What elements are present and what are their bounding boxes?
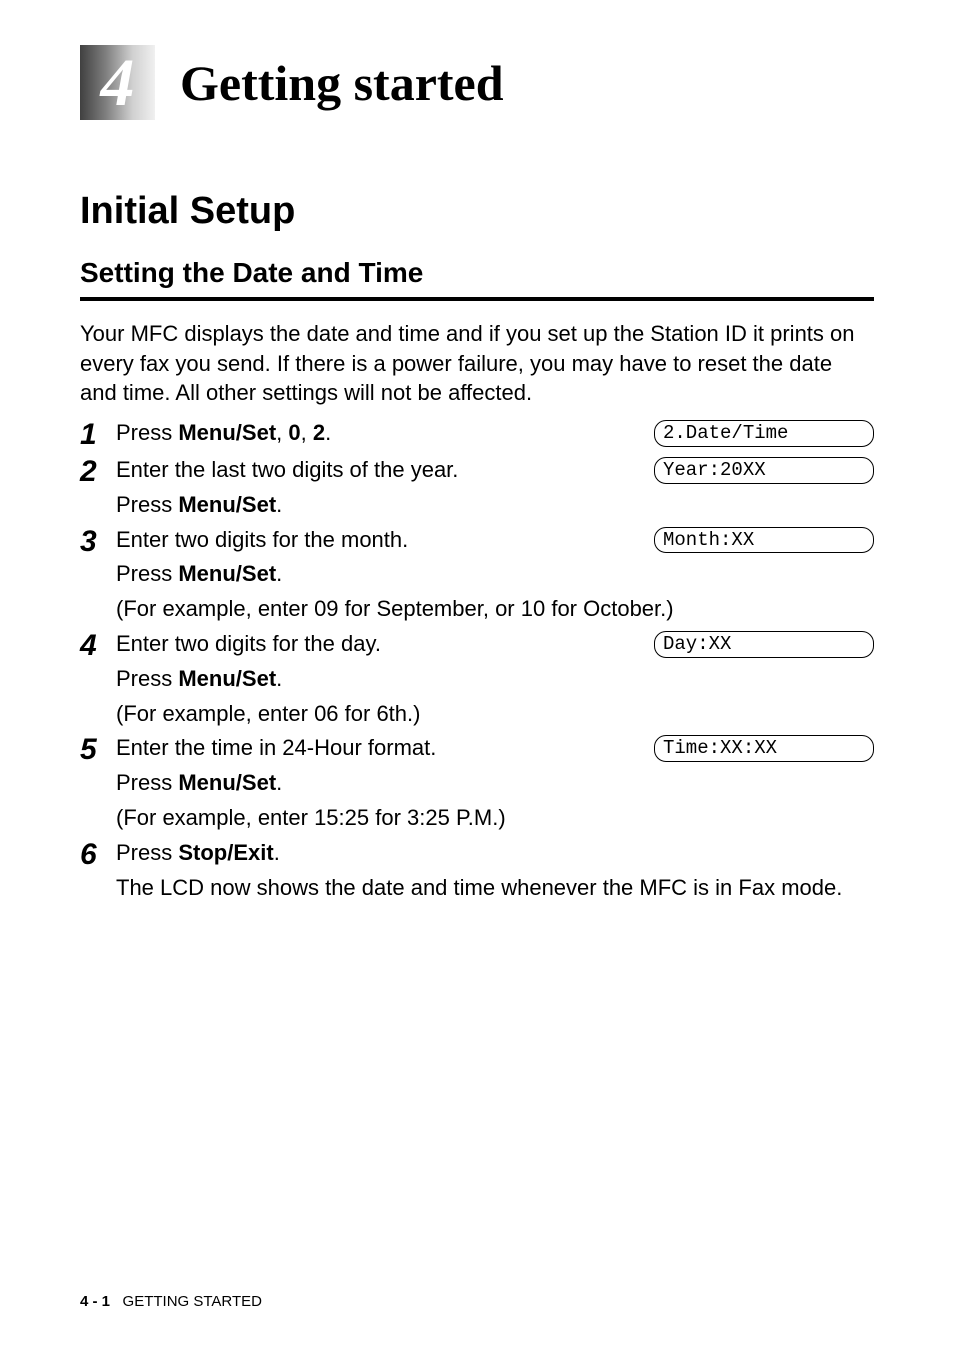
key-menu-set: Menu/Set bbox=[178, 770, 276, 795]
key-menu-set: Menu/Set bbox=[178, 666, 276, 691]
lcd-display: Year:20XX bbox=[654, 457, 874, 484]
footer-label: GETTING STARTED bbox=[123, 1293, 262, 1310]
key-menu-set: Menu/Set bbox=[178, 420, 276, 445]
step-4: 4 Enter two digits for the day. Day:XX P… bbox=[80, 629, 874, 729]
step-number: 5 bbox=[80, 733, 116, 766]
key-2: 2 bbox=[313, 420, 325, 445]
step-3: 3 Enter two digits for the month. Month:… bbox=[80, 525, 874, 625]
step-6: 6 Press Stop/Exit. The LCD now shows the… bbox=[80, 838, 874, 904]
step-text: Enter two digits for the month. bbox=[116, 525, 654, 556]
lcd-display: Month:XX bbox=[654, 527, 874, 554]
step-text: Enter two digits for the day. bbox=[116, 629, 654, 660]
step-number: 3 bbox=[80, 525, 116, 558]
step-example: (For example, enter 06 for 6th.) bbox=[116, 699, 874, 730]
step-substep: Press Menu/Set. bbox=[116, 664, 874, 695]
step-5: 5 Enter the time in 24-Hour format. Time… bbox=[80, 733, 874, 833]
section-title: Initial Setup bbox=[80, 190, 874, 233]
step-number: 4 bbox=[80, 629, 116, 662]
lcd-display: Day:XX bbox=[654, 631, 874, 658]
divider bbox=[80, 297, 874, 301]
step-text: Enter the last two digits of the year. bbox=[116, 455, 654, 486]
step-2: 2 Enter the last two digits of the year.… bbox=[80, 455, 874, 521]
chapter-title: Getting started bbox=[180, 54, 504, 112]
key-menu-set: Menu/Set bbox=[178, 492, 276, 517]
key-0: 0 bbox=[288, 420, 300, 445]
subsection-title: Setting the Date and Time bbox=[80, 257, 874, 289]
chapter-header: 4 Getting started bbox=[80, 45, 874, 120]
step-number: 1 bbox=[80, 418, 116, 451]
step-example: (For example, enter 15:25 for 3:25 P.M.) bbox=[116, 803, 874, 834]
chapter-number: 4 bbox=[101, 43, 135, 122]
step-text: Press Menu/Set, 0, 2. bbox=[116, 418, 654, 449]
step-substep: Press Menu/Set. bbox=[116, 559, 874, 590]
steps-list: 1 Press Menu/Set, 0, 2. 2.Date/Time 2 En… bbox=[80, 418, 874, 903]
step-text: Enter the time in 24-Hour format. bbox=[116, 733, 654, 764]
page-number: 4 - 1 bbox=[80, 1293, 110, 1310]
step-text: Press Stop/Exit. bbox=[116, 838, 874, 869]
page-footer: 4 - 1 GETTING STARTED bbox=[80, 1293, 262, 1310]
step-1: 1 Press Menu/Set, 0, 2. 2.Date/Time bbox=[80, 418, 874, 451]
chapter-badge: 4 bbox=[80, 45, 155, 120]
step-substep: Press Menu/Set. bbox=[116, 768, 874, 799]
key-menu-set: Menu/Set bbox=[178, 561, 276, 586]
key-stop-exit: Stop/Exit bbox=[178, 840, 273, 865]
lcd-display: Time:XX:XX bbox=[654, 735, 874, 762]
step-example: (For example, enter 09 for September, or… bbox=[116, 594, 874, 625]
lcd-display: 2.Date/Time bbox=[654, 420, 874, 447]
step-number: 6 bbox=[80, 838, 116, 871]
step-substep: Press Menu/Set. bbox=[116, 490, 874, 521]
step-note: The LCD now shows the date and time when… bbox=[116, 873, 874, 904]
intro-text: Your MFC displays the date and time and … bbox=[80, 319, 874, 408]
step-number: 2 bbox=[80, 455, 116, 488]
